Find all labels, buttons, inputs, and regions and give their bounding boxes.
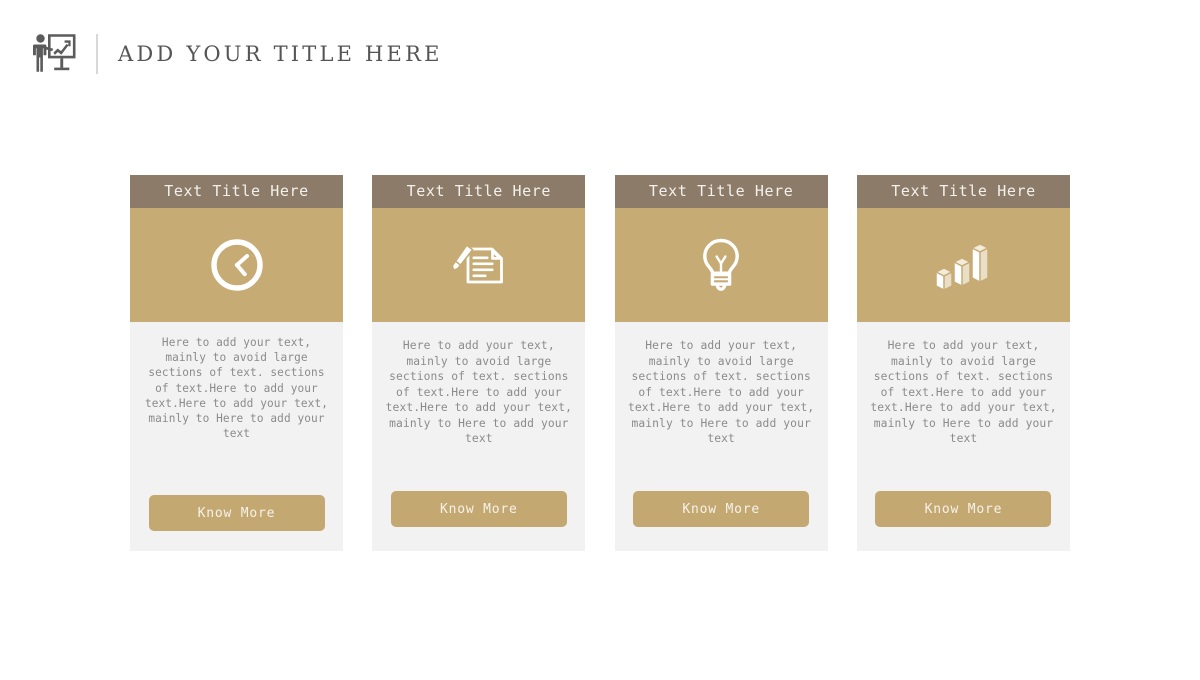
header-divider <box>96 34 98 74</box>
slide-header: ADD YOUR TITLE HERE <box>30 30 443 78</box>
card-icon-panel <box>614 208 828 322</box>
card-title: Text Title Here <box>891 182 1036 200</box>
card-button-wrap: Know More <box>626 491 817 551</box>
clock-icon <box>209 237 265 293</box>
page-title: ADD YOUR TITLE HERE <box>118 41 443 66</box>
card-title-bar: Text Title Here <box>130 175 343 208</box>
know-more-button[interactable]: Know More <box>633 491 810 527</box>
feature-card-1[interactable]: Text Title Here Here to add your text, m… <box>130 175 343 551</box>
card-title-bar: Text Title Here <box>856 175 1070 208</box>
card-icon-panel <box>856 208 1070 322</box>
card-body: Here to add your text, mainly to avoid l… <box>856 322 1070 551</box>
bar-chart-3d-icon <box>930 236 996 294</box>
card-title: Text Title Here <box>648 182 794 200</box>
card-description: Here to add your text, mainly to avoid l… <box>627 339 815 445</box>
feature-cards-row: Text Title Here Here to add your text, m… <box>130 175 1070 551</box>
presenter-chart-board-icon <box>30 30 78 78</box>
card-button-wrap: Know More <box>383 491 574 551</box>
card-button-wrap: Know More <box>868 491 1059 551</box>
card-description: Here to add your text, mainly to avoid l… <box>144 336 329 441</box>
card-body: Here to add your text, mainly to avoid l… <box>372 322 586 551</box>
know-more-button[interactable]: Know More <box>875 491 1052 527</box>
feature-card-3[interactable]: Text Title Here Here to add your text, m… <box>614 175 828 551</box>
card-body: Here to add your text, mainly to avoid l… <box>130 322 343 551</box>
card-icon-panel <box>130 208 343 322</box>
card-body: Here to add your text, mainly to avoid l… <box>614 322 828 551</box>
card-title-bar: Text Title Here <box>372 175 586 208</box>
slide-canvas: ADD YOUR TITLE HERE Text Title Here Here… <box>0 0 1200 680</box>
feature-card-4[interactable]: Text Title Here Here to add your text, m… <box>856 175 1070 551</box>
card-icon-panel <box>372 208 586 322</box>
card-description: Here to add your text, mainly to avoid l… <box>870 339 1057 445</box>
card-description: Here to add your text, mainly to avoid l… <box>385 339 572 445</box>
card-button-wrap: Know More <box>141 495 332 551</box>
know-more-button[interactable]: Know More <box>148 495 325 531</box>
card-title-bar: Text Title Here <box>614 175 828 208</box>
pen-document-icon <box>448 237 510 293</box>
lightbulb-icon <box>696 236 746 294</box>
know-more-button[interactable]: Know More <box>390 491 567 527</box>
card-title: Text Title Here <box>406 182 552 200</box>
feature-card-2[interactable]: Text Title Here Here to add your text, m… <box>372 175 586 551</box>
card-title: Text Title Here <box>164 182 309 200</box>
